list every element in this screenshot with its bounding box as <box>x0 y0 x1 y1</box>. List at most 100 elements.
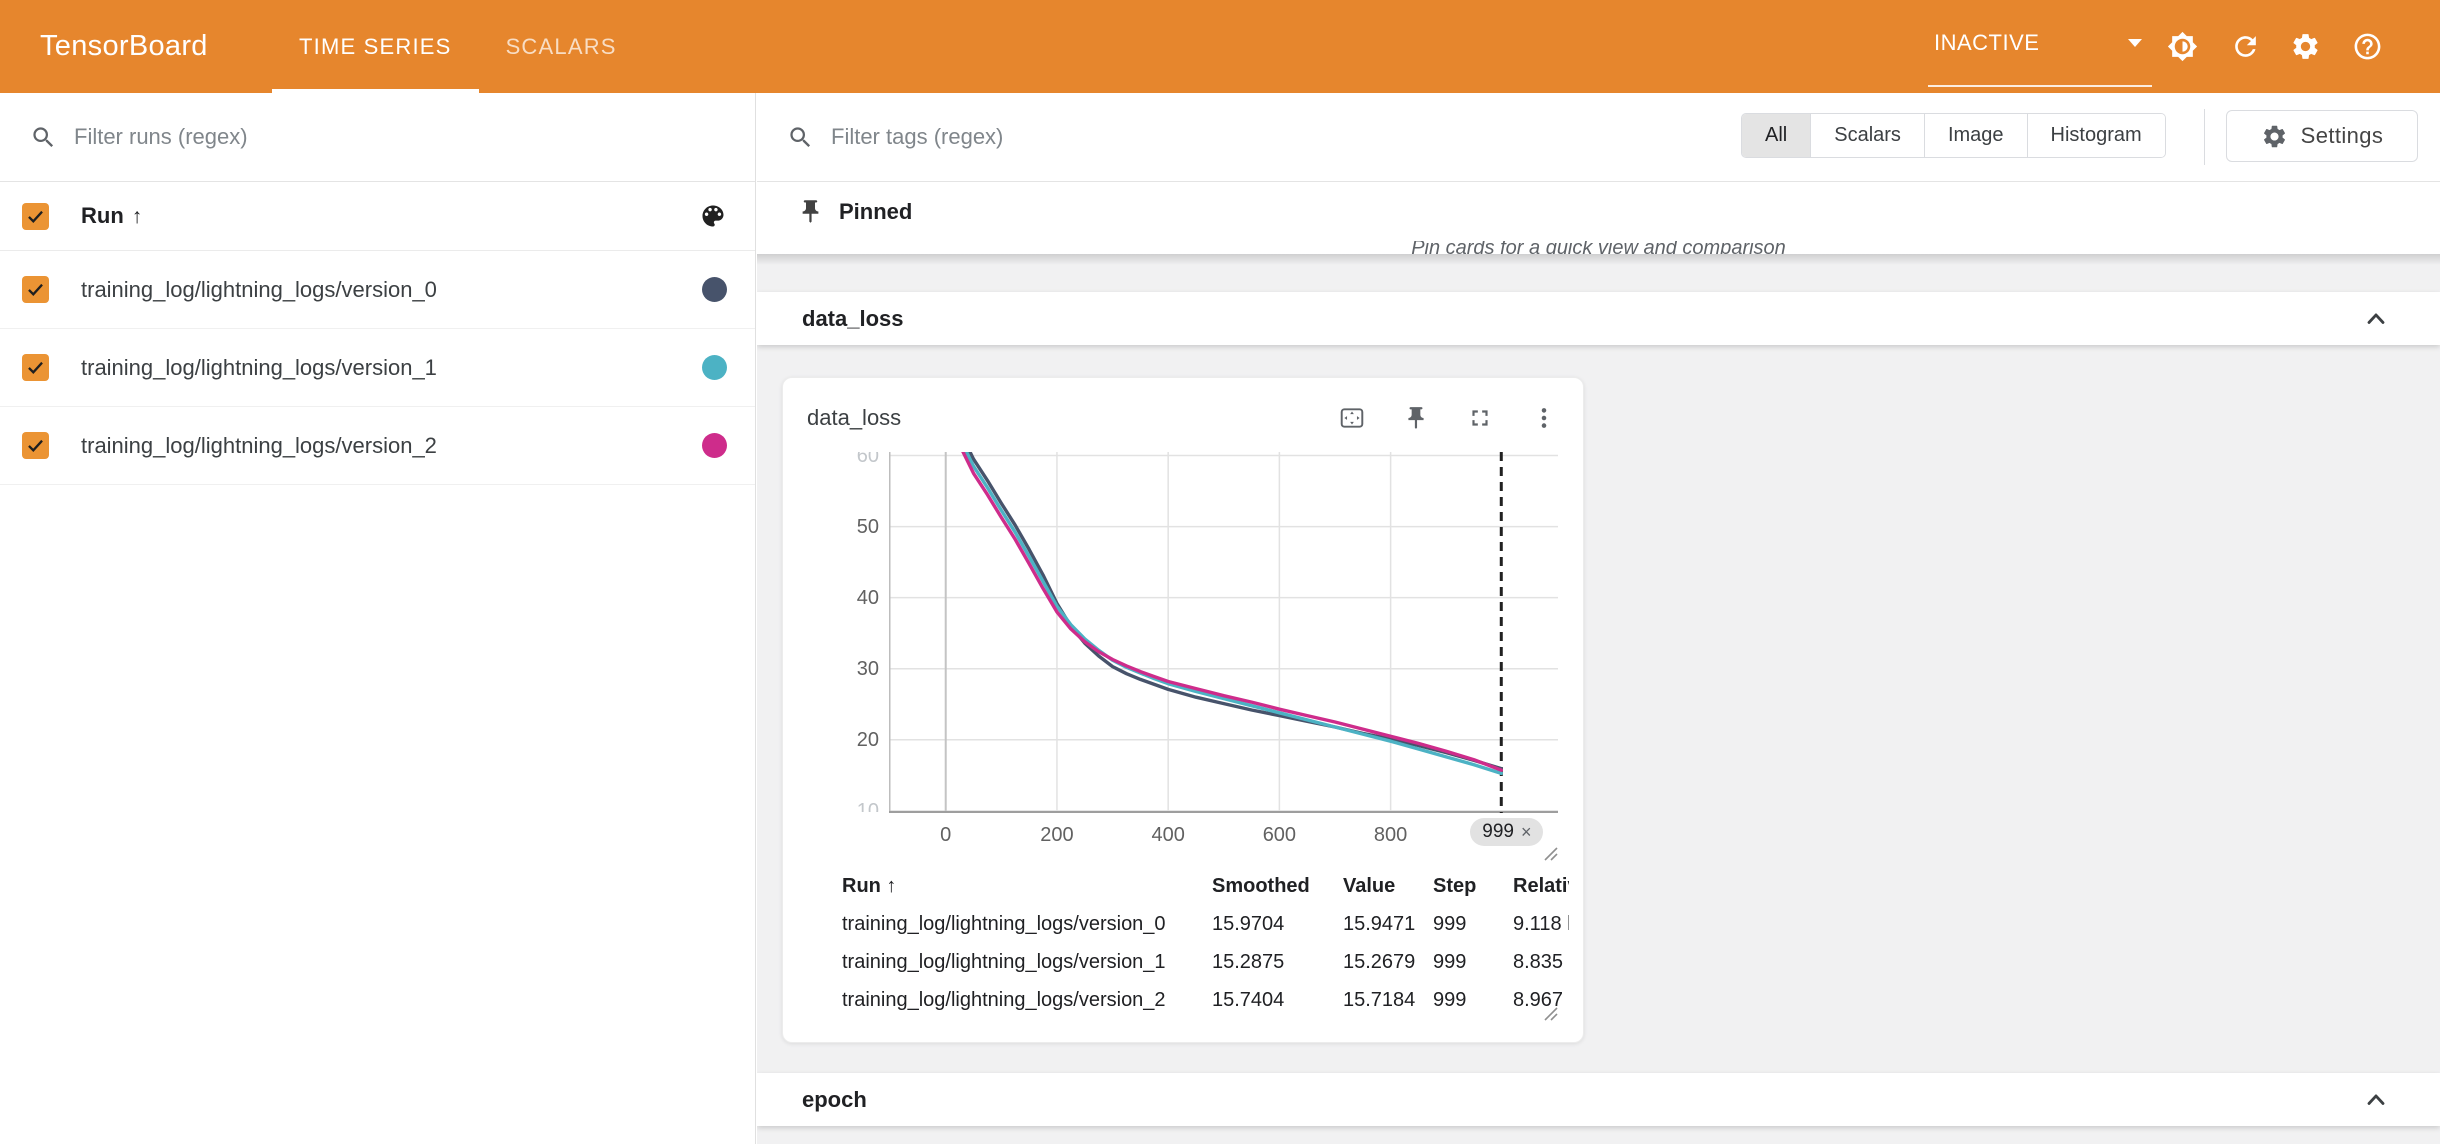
tag-type-filter-histogram[interactable]: Histogram <box>2027 114 2165 157</box>
legend-smoothed-value: 15.9704 <box>1212 913 1343 936</box>
cards-scroll-area[interactable]: Pin cards for a quick view and compariso… <box>757 241 2440 1144</box>
top-nav-tabs: TIME SERIES SCALARS <box>272 0 644 93</box>
run-filter-row <box>0 93 755 182</box>
tag-type-filter-group: AllScalarsImageHistogram <box>1741 113 2166 158</box>
toolbar-divider <box>2204 109 2205 165</box>
x-tick-label: 200 <box>1017 824 1097 847</box>
scalar-card-data-loss: data_loss <box>782 377 1584 1043</box>
series-line <box>960 452 1502 770</box>
pan-zoom-icon[interactable] <box>1339 405 1365 431</box>
settings-gear-icon[interactable] <box>2290 31 2321 62</box>
run-column-label[interactable]: Run↑ <box>81 203 142 229</box>
legend-col-run[interactable]: Run ↑ <box>842 875 1212 898</box>
line-chart[interactable]: 1020304050600200400600800999× <box>783 452 1585 864</box>
run-list-item[interactable]: training_log/lightning_logs/version_1 <box>0 329 755 407</box>
y-tick-label: 60 <box>809 452 879 468</box>
help-icon[interactable] <box>2352 31 2383 62</box>
series-line <box>960 452 1502 769</box>
reload-status-dropdown[interactable]: INACTIVE <box>1928 0 2152 87</box>
legend-row: training_log/lightning_logs/version_015.… <box>812 905 1569 943</box>
run-filter-input[interactable] <box>74 124 634 150</box>
tag-type-filter-all[interactable]: All <box>1742 114 1810 157</box>
tag-type-filter-image[interactable]: Image <box>1924 114 2027 157</box>
legend-value: 15.7184 <box>1343 989 1433 1012</box>
pinned-step-value: 999 <box>1482 821 1514 843</box>
runs-sidebar: Run↑ training_log/lightning_logs/version… <box>0 93 756 1144</box>
pinned-label: Pinned <box>839 199 912 225</box>
card-actions <box>1339 405 1557 431</box>
x-tick-label: 0 <box>906 824 986 847</box>
scroll-shadow <box>757 254 2440 265</box>
pin-icon[interactable] <box>1403 405 1429 431</box>
tag-filter-input[interactable] <box>831 124 1391 150</box>
resize-handle-icon[interactable] <box>1541 1004 1561 1024</box>
chart-legend-table: Run ↑SmoothedValueStepRelativetraining_l… <box>812 867 1569 1019</box>
app-header: TensorBoard TIME SERIES SCALARS INACTIVE <box>0 0 2440 93</box>
x-tick-label: 600 <box>1239 824 1319 847</box>
y-tick-label: 50 <box>809 515 879 539</box>
y-tick-label: 30 <box>809 657 879 681</box>
palette-icon[interactable] <box>699 202 727 230</box>
legend-row: training_log/lightning_logs/version_115.… <box>812 943 1569 981</box>
sort-arrow-icon: ↑ <box>132 205 143 228</box>
run-name: training_log/lightning_logs/version_0 <box>81 277 437 303</box>
legend-smoothed-value: 15.2875 <box>1212 951 1343 974</box>
refresh-icon[interactable] <box>2230 31 2261 62</box>
chevron-up-icon[interactable] <box>2362 305 2390 333</box>
fullscreen-icon[interactable] <box>1467 405 1493 431</box>
close-icon[interactable]: × <box>1521 822 1532 843</box>
run-color-dot[interactable] <box>702 433 727 458</box>
y-tick-label: 20 <box>809 728 879 752</box>
legend-run-name: training_log/lightning_logs/version_0 <box>842 913 1212 936</box>
section-title: epoch <box>802 1087 867 1113</box>
legend-col-relative[interactable]: Relative <box>1513 875 1569 898</box>
pin-icon <box>797 198 824 225</box>
tag-toolbar: AllScalarsImageHistogram Settings <box>757 93 2440 182</box>
settings-button[interactable]: Settings <box>2226 110 2418 162</box>
run-list-header: Run↑ <box>0 182 755 251</box>
legend-header-row: Run ↑SmoothedValueStepRelative <box>812 867 1569 905</box>
resize-handle-icon[interactable] <box>1541 844 1561 864</box>
search-icon <box>787 124 814 151</box>
run-checkbox[interactable] <box>22 354 49 381</box>
y-tick-label: 40 <box>809 586 879 610</box>
run-list: training_log/lightning_logs/version_0tra… <box>0 251 755 485</box>
legend-row: training_log/lightning_logs/version_215.… <box>812 981 1569 1019</box>
y-tick-label: 10 <box>809 799 879 812</box>
run-name: training_log/lightning_logs/version_2 <box>81 433 437 459</box>
run-checkbox[interactable] <box>22 276 49 303</box>
main-panel: AllScalarsImageHistogram Settings Pinned… <box>757 93 2440 1144</box>
tab-time-series[interactable]: TIME SERIES <box>272 0 479 93</box>
legend-col-step[interactable]: Step <box>1433 875 1513 898</box>
section-header-epoch[interactable]: epoch <box>757 1073 2440 1126</box>
section-title: data_loss <box>802 306 904 332</box>
settings-label: Settings <box>2301 123 2384 149</box>
plot-area[interactable] <box>889 452 1558 813</box>
tag-type-filter-scalars[interactable]: Scalars <box>1810 114 1924 157</box>
app-logo: TensorBoard <box>40 0 208 93</box>
kebab-menu-icon[interactable] <box>1531 405 1557 431</box>
pinned-step-pill[interactable]: 999 × <box>1470 818 1543 846</box>
chevron-up-icon[interactable] <box>2362 1086 2390 1114</box>
legend-smoothed-value: 15.7404 <box>1212 989 1343 1012</box>
run-color-dot[interactable] <box>702 355 727 380</box>
legend-relative: 9.118 hr <box>1513 913 1569 936</box>
legend-col-value[interactable]: Value <box>1343 875 1433 898</box>
run-list-item[interactable]: training_log/lightning_logs/version_0 <box>0 251 755 329</box>
legend-col-smoothed[interactable]: Smoothed <box>1212 875 1343 898</box>
legend-relative: 8.835 hr <box>1513 951 1569 974</box>
run-color-dot[interactable] <box>702 277 727 302</box>
search-icon <box>30 124 57 151</box>
run-list-item[interactable]: training_log/lightning_logs/version_2 <box>0 407 755 485</box>
pinned-header: Pinned <box>757 182 2440 241</box>
pin-hint-band: Pin cards for a quick view and compariso… <box>757 241 2440 254</box>
select-all-checkbox[interactable] <box>22 203 49 230</box>
legend-value: 15.9471 <box>1343 913 1433 936</box>
section-header-data-loss[interactable]: data_loss <box>757 292 2440 345</box>
brightness-icon[interactable] <box>2167 31 2198 62</box>
x-tick-label: 400 <box>1128 824 1208 847</box>
run-checkbox[interactable] <box>22 432 49 459</box>
legend-step: 999 <box>1433 913 1513 936</box>
card-title: data_loss <box>807 405 901 431</box>
tab-scalars[interactable]: SCALARS <box>479 0 644 93</box>
